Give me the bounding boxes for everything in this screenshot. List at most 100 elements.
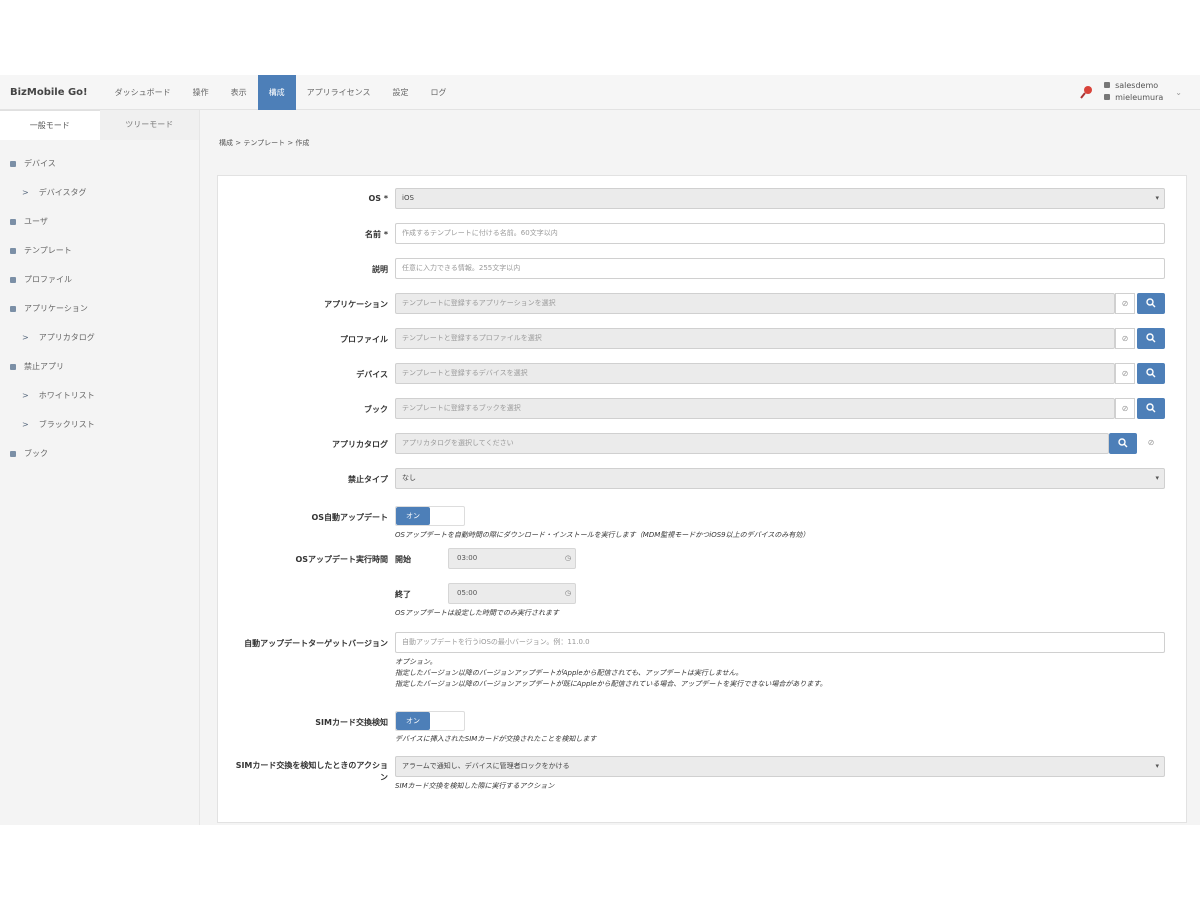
- applications-placeholder: テンプレートに登録するアプリケーションを選択: [402, 299, 556, 307]
- book-icon: [10, 450, 16, 457]
- brand-logo[interactable]: BizMobile Go!: [10, 87, 88, 98]
- chevron-down-icon[interactable]: ⌄: [1175, 88, 1182, 97]
- nav-settings[interactable]: 設定: [381, 75, 419, 110]
- forbid-type-label: 禁止タイプ: [348, 475, 388, 484]
- clear-icon[interactable]: ⊘: [1115, 328, 1135, 349]
- sidebar-item-applications[interactable]: アプリケーション: [0, 294, 199, 323]
- sidebar-item-label: テンプレート: [24, 246, 72, 255]
- target-version-input[interactable]: 自動アップデートを行うiOSの最小バージョン。例：11.0.0: [395, 632, 1165, 653]
- user-area: salesdemo mieleumura ⌄: [1080, 80, 1182, 104]
- end-time-label: 終了: [395, 590, 411, 599]
- nav-configuration[interactable]: 構成: [257, 74, 296, 110]
- nav-app-license[interactable]: アプリライセンス: [296, 75, 382, 110]
- chevron-right-icon: >: [22, 333, 29, 342]
- user-icon: [10, 218, 16, 225]
- sidebar-item-templates[interactable]: テンプレート: [0, 236, 199, 265]
- sidebar-item-whitelist[interactable]: > ホワイトリスト: [0, 381, 199, 410]
- sidebar-item-label: デバイス: [24, 159, 56, 168]
- sidebar-item-app-catalog[interactable]: > アプリカタログ: [0, 323, 199, 352]
- tab-tree-mode[interactable]: ツリーモード: [99, 110, 199, 140]
- applications-search-button[interactable]: [1137, 293, 1165, 314]
- books-search-button[interactable]: [1137, 398, 1165, 419]
- nav-log[interactable]: ログ: [419, 75, 457, 110]
- search-icon: [1146, 368, 1156, 378]
- os-auto-update-help: OSアップデートを自動時間の際にダウンロード・インストールを実行します（MDM監…: [395, 531, 810, 539]
- forbid-type-select[interactable]: なし ▾: [395, 468, 1165, 489]
- os-select[interactable]: iOS ▾: [395, 188, 1165, 209]
- sidebar-item-label: アプリカタログ: [38, 333, 95, 342]
- mode-tabs: 一般モード ツリーモード: [0, 110, 199, 140]
- select-arrow-icon: ▾: [1155, 762, 1159, 770]
- user-menu[interactable]: salesdemo mieleumura: [1104, 80, 1163, 104]
- sim-action-select[interactable]: アラームで通知し、デバイスに管理者ロックをかける ▾: [395, 756, 1165, 777]
- target-version-help-3: 指定したバージョン以降のバージョンアップデートが既にAppleから配信されている…: [395, 680, 827, 688]
- chevron-right-icon: >: [22, 420, 29, 429]
- sidebar-item-books[interactable]: ブック: [0, 439, 199, 468]
- select-arrow-icon: ▾: [1155, 194, 1159, 202]
- pin-icon[interactable]: [1080, 85, 1094, 99]
- name-input[interactable]: 作成するテンプレートに付ける名前。60文字以内: [395, 223, 1165, 244]
- target-version-help-2: 指定したバージョン以降のバージョンアップデートがAppleから配信されても、アッ…: [395, 669, 743, 677]
- sidebar-item-devices[interactable]: デバイス: [0, 149, 199, 178]
- toggle-on-label: オン: [396, 507, 430, 525]
- nav-operation[interactable]: 操作: [182, 75, 220, 110]
- start-time-input[interactable]: 03:00 ◷: [448, 548, 576, 569]
- devices-select[interactable]: テンプレートと登録するデバイスを選択: [395, 363, 1115, 384]
- sidebar-item-forbidden-apps[interactable]: 禁止アプリ: [0, 352, 199, 381]
- sidebar-item-label: ブラックリスト: [38, 420, 95, 429]
- clear-icon[interactable]: ⊘: [1115, 398, 1135, 419]
- nav-display[interactable]: 表示: [220, 75, 258, 110]
- nav-dashboard[interactable]: ダッシュボード: [104, 75, 182, 110]
- name-placeholder: 作成するテンプレートに付ける名前。60文字以内: [402, 229, 558, 237]
- end-time-input[interactable]: 05:00 ◷: [448, 583, 576, 604]
- app-catalog-search-button[interactable]: [1109, 433, 1137, 454]
- chevron-right-icon: >: [22, 391, 29, 400]
- profiles-label: プロファイル: [340, 335, 388, 344]
- ban-icon: [10, 363, 16, 370]
- profiles-select[interactable]: テンプレートと登録するプロファイルを選択: [395, 328, 1115, 349]
- sim-detect-help: デバイスに挿入されたSIMカードが交換されたことを検知します: [395, 735, 597, 743]
- sidebar-item-users[interactable]: ユーザ: [0, 207, 199, 236]
- books-select[interactable]: テンプレートに登録するブックを選択: [395, 398, 1115, 419]
- devices-label: デバイス: [356, 370, 388, 379]
- select-arrow-icon: ▾: [1155, 474, 1159, 482]
- sim-detect-label: SIMカード交換検知: [315, 718, 388, 727]
- user-account: salesdemo: [1115, 81, 1159, 90]
- start-time-label: 開始: [395, 555, 411, 564]
- device-icon: [10, 160, 16, 167]
- breadcrumb: 構成 > テンプレート > 作成: [219, 139, 310, 147]
- devices-placeholder: テンプレートと登録するデバイスを選択: [402, 369, 528, 377]
- sim-action-help: SIMカード交換を検知した際に実行するアクション: [395, 782, 555, 790]
- applications-label: アプリケーション: [324, 300, 388, 309]
- clear-icon[interactable]: ⊘: [1115, 363, 1135, 384]
- end-time-value: 05:00: [457, 589, 478, 597]
- app-catalog-placeholder: アプリカタログを選択してください: [402, 439, 514, 447]
- books-label: ブック: [364, 405, 388, 414]
- search-icon: [1146, 333, 1156, 343]
- sim-detect-toggle[interactable]: オン: [395, 711, 465, 731]
- clear-icon[interactable]: ⊘: [1115, 293, 1135, 314]
- app-catalog-select[interactable]: アプリカタログを選択してください: [395, 433, 1109, 454]
- name-label: 名前 *: [365, 230, 388, 239]
- sidebar-item-label: デバイスタグ: [38, 188, 87, 197]
- profiles-search-button[interactable]: [1137, 328, 1165, 349]
- os-auto-update-toggle[interactable]: オン: [395, 506, 465, 526]
- sidebar-item-device-tags[interactable]: > デバイスタグ: [0, 178, 199, 207]
- app-catalog-label: アプリカタログ: [332, 440, 388, 449]
- apps-icon: [10, 305, 16, 312]
- sidebar-item-label: ブック: [24, 449, 48, 458]
- top-navbar: BizMobile Go! ダッシュボード 操作 表示 構成 アプリライセンス …: [0, 74, 1200, 110]
- applications-select[interactable]: テンプレートに登録するアプリケーションを選択: [395, 293, 1115, 314]
- target-version-label: 自動アップデートターゲットバージョン: [244, 639, 388, 648]
- description-input[interactable]: 任意に入力できる情報。255文字以内: [395, 258, 1165, 279]
- sidebar-item-blacklist[interactable]: > ブラックリスト: [0, 410, 199, 439]
- sidebar-item-label: 禁止アプリ: [24, 362, 64, 371]
- tab-general-mode[interactable]: 一般モード: [0, 110, 100, 140]
- sidebar-item-label: ホワイトリスト: [38, 391, 95, 400]
- clear-icon[interactable]: ⊘: [1141, 433, 1161, 454]
- description-placeholder: 任意に入力できる情報。255文字以内: [402, 264, 521, 272]
- sidebar-item-label: アプリケーション: [24, 304, 88, 313]
- devices-search-button[interactable]: [1137, 363, 1165, 384]
- user-icon: [1104, 94, 1111, 100]
- sidebar-item-profiles[interactable]: プロファイル: [0, 265, 199, 294]
